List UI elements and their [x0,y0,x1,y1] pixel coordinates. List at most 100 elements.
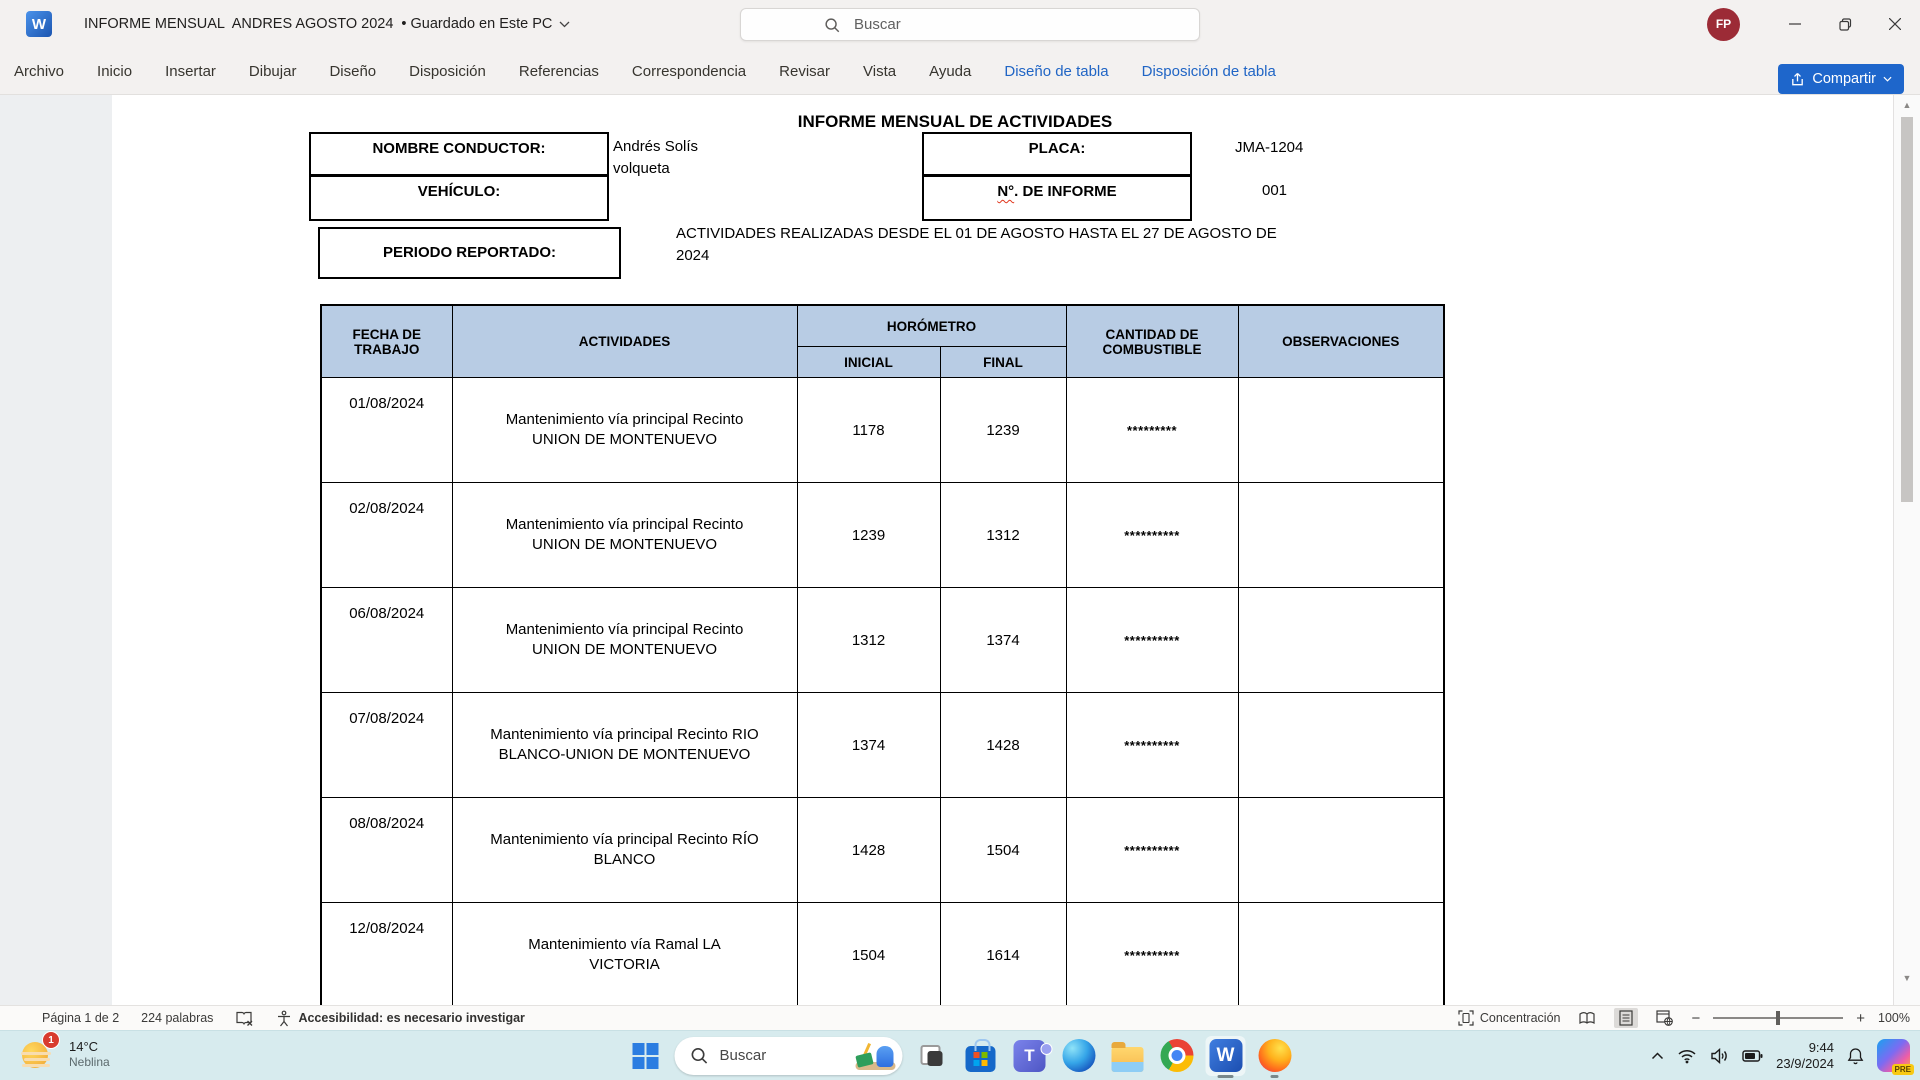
ribbon-tab-insertar[interactable]: Insertar [165,63,216,80]
word-count[interactable]: 224 palabras [141,1011,213,1025]
zoom-in-button[interactable]: + [1856,1010,1865,1027]
system-tray: 9:44 23/9/2024 PRE [1651,1031,1910,1080]
ribbon-tab-vista[interactable]: Vista [863,63,896,80]
ribbon-tab-dibujar[interactable]: Dibujar [249,63,297,80]
document-title[interactable]: INFORME MENSUAL ANDRES AGOSTO 2024 [84,16,393,32]
ribbon-tab-revisar[interactable]: Revisar [779,63,830,80]
teams-button[interactable]: T [1010,1036,1050,1076]
edge-button[interactable] [1059,1036,1099,1076]
header-horometro: HORÓMETRO [797,305,1066,347]
read-mode-button[interactable] [1573,1009,1601,1028]
task-view-button[interactable] [912,1036,952,1076]
minimize-button[interactable] [1770,0,1820,48]
word-status-bar: Página 1 de 2 224 palabras Accesibilidad… [0,1005,1920,1030]
cell-final: 1428 [940,693,1066,798]
word-app-icon[interactable]: W [26,11,52,37]
ribbon-tab-disposición-de-tabla[interactable]: Disposición de tabla [1142,63,1276,80]
scroll-down-arrow[interactable]: ▼ [1894,973,1920,983]
placa-value: JMA-1204 [1235,139,1303,156]
cell-obs [1238,483,1444,588]
zoom-level[interactable]: 100% [1878,1011,1910,1025]
cell-date: 02/08/2024 [321,483,452,588]
document-gutter [0,95,112,1005]
file-explorer-button[interactable] [1108,1036,1148,1076]
word-icon: W [1209,1039,1242,1072]
weather-desc: Neblina [69,1055,110,1070]
firefox-button[interactable] [1255,1036,1295,1076]
read-mode-icon [1578,1011,1596,1026]
scrollbar-thumb[interactable] [1901,117,1913,502]
scroll-up-arrow[interactable]: ▲ [1894,100,1920,110]
wifi-icon[interactable] [1677,1048,1697,1064]
clock[interactable]: 9:44 23/9/2024 [1776,1040,1834,1072]
search-icon [823,16,841,34]
ribbon-tab-diseño[interactable]: Diseño [329,63,376,80]
cell-inicial: 1504 [797,903,940,1008]
zoom-slider[interactable] [1713,1017,1843,1019]
ribbon-tab-correspondencia[interactable]: Correspondencia [632,63,746,80]
ribbon-tab-disposición[interactable]: Disposición [409,63,486,80]
ribbon-tab-ayuda[interactable]: Ayuda [929,63,971,80]
restore-button[interactable] [1820,0,1870,48]
taskbar-search[interactable]: Buscar [675,1037,903,1075]
vertical-scrollbar[interactable]: ▲ ▼ [1893,95,1920,1005]
cell-inicial: 1312 [797,588,940,693]
search-icon [690,1046,709,1065]
cell-inicial: 1374 [797,693,940,798]
notifications-bell-icon[interactable] [1847,1047,1864,1065]
chrome-icon [1160,1039,1193,1072]
ribbon-tab-referencias[interactable]: Referencias [519,63,599,80]
tray-chevron-up-icon[interactable] [1651,1052,1664,1060]
share-icon [1790,72,1805,87]
share-label: Compartir [1812,71,1876,87]
ribbon-tab-diseño-de-tabla[interactable]: Diseño de tabla [1004,63,1108,80]
chevron-down-icon[interactable] [559,21,570,28]
cell-inicial: 1239 [797,483,940,588]
chevron-down-icon [1883,76,1892,82]
avatar[interactable]: FP [1707,8,1740,41]
windows-logo-icon [633,1043,659,1069]
start-button[interactable] [626,1036,666,1076]
microsoft-store-button[interactable] [961,1036,1001,1076]
volume-icon[interactable] [1710,1048,1729,1064]
header-final: FINAL [940,347,1066,378]
page-count[interactable]: Página 1 de 2 [42,1011,119,1025]
battery-icon[interactable] [1742,1049,1763,1063]
cell-fuel: ********** [1066,693,1238,798]
save-status[interactable]: • Guardado en Este PC [401,16,552,32]
cell-date: 06/08/2024 [321,588,452,693]
ribbon-tab-inicio[interactable]: Inicio [97,63,132,80]
close-button[interactable] [1870,0,1920,48]
focus-mode-button[interactable]: Concentración [1458,1010,1561,1026]
store-icon [966,1046,996,1072]
document-area: INFORME MENSUAL DE ACTIVIDADES NOMBRE CO… [0,95,1920,1005]
screen: W INFORME MENSUAL ANDRES AGOSTO 2024 • G… [0,0,1920,1080]
header-fecha: FECHA DE TRABAJO [321,305,452,378]
word-taskbar-button[interactable]: W [1206,1036,1246,1076]
weather-widget[interactable]: 1 14°C Neblina [20,1035,110,1073]
chrome-button[interactable] [1157,1036,1197,1076]
print-layout-button[interactable] [1614,1008,1638,1028]
accessibility-icon [276,1010,292,1027]
zoom-slider-thumb[interactable] [1776,1011,1780,1025]
titlebar-right: FP [1707,0,1920,48]
ribbon-tabs: Archivo Inicio Insertar Dibujar Diseño Dispos… [14,63,1276,80]
share-button[interactable]: Compartir [1778,64,1904,94]
search-box[interactable]: Buscar [740,8,1200,41]
cell-final: 1614 [940,903,1066,1008]
accessibility-label: Accesibilidad: es necesario investigar [298,1011,525,1025]
table-row: 12/08/2024Mantenimiento vía Ramal LA VIC… [321,903,1444,1008]
cell-obs [1238,378,1444,483]
informe-box: N°. DE INFORME [922,175,1192,221]
accessibility-status[interactable]: Accesibilidad: es necesario investigar [276,1010,525,1027]
web-layout-button[interactable] [1651,1008,1678,1028]
document-page[interactable]: INFORME MENSUAL DE ACTIVIDADES NOMBRE CO… [112,95,1893,1005]
ribbon-tab-archivo[interactable]: Archivo [14,63,64,80]
zoom-out-button[interactable]: − [1691,1010,1700,1027]
weather-icon: 1 [20,1035,58,1073]
activities-table-body: 01/08/2024Mantenimiento vía principal Re… [321,378,1444,1080]
proofing-errors-icon[interactable] [235,1010,254,1027]
cell-activity: Mantenimiento vía principal Recinto UNIO… [452,378,797,483]
copilot-button[interactable]: PRE [1877,1039,1910,1072]
informe-label-prefix: N° [997,183,1014,200]
